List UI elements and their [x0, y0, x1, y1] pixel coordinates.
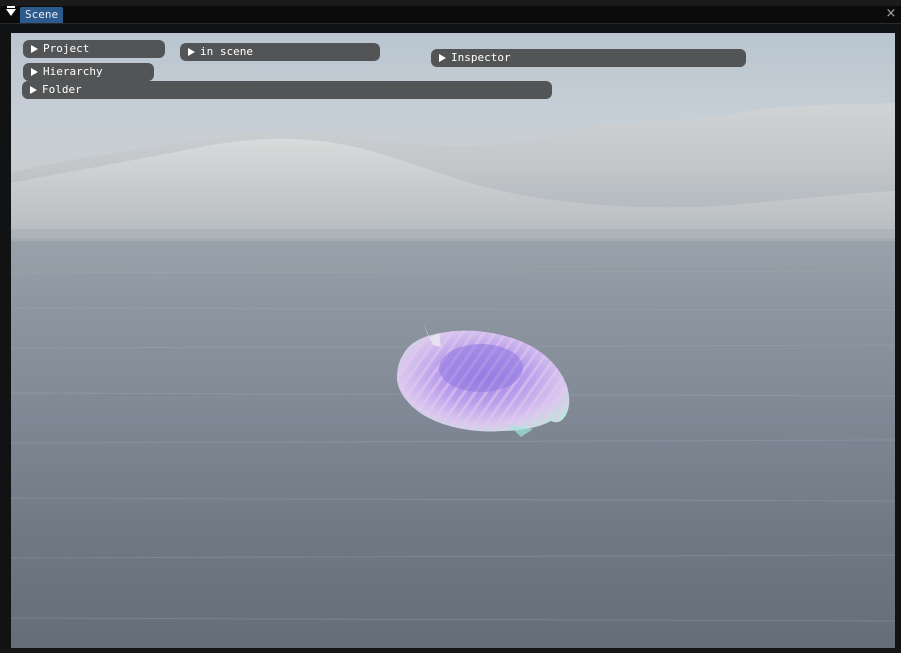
scene-backdrop: [11, 103, 895, 622]
panel-inspector[interactable]: Inspector: [431, 49, 746, 67]
panel-hierarchy[interactable]: Hierarchy: [23, 63, 154, 81]
shoreline-band: [11, 229, 895, 241]
water-ripples: [11, 270, 895, 622]
scene-mesh-object: [397, 323, 570, 437]
panel-inspector-label: Inspector: [451, 51, 511, 64]
panel-folder-label: Folder: [42, 83, 82, 96]
expand-triangle-icon: [30, 86, 37, 94]
expand-triangle-icon: [31, 68, 38, 76]
expand-triangle-icon: [439, 54, 446, 62]
panel-project-label: Project: [43, 42, 90, 55]
expand-triangle-icon: [31, 45, 38, 53]
scene-window: Scene × Project in scene Inspector Hiera…: [0, 0, 901, 653]
panel-hierarchy-label: Hierarchy: [43, 65, 103, 78]
panel-in-scene-label: in scene: [200, 45, 253, 58]
close-icon[interactable]: ×: [885, 7, 897, 21]
window-titlebar: Scene ×: [0, 6, 901, 24]
panel-in-scene[interactable]: in scene: [180, 43, 380, 61]
scene-viewport[interactable]: Project in scene Inspector Hierarchy Fol…: [11, 33, 895, 648]
panel-folder[interactable]: Folder: [22, 81, 552, 99]
tab-scene[interactable]: Scene: [20, 7, 64, 23]
panel-project[interactable]: Project: [23, 40, 165, 58]
bottom-strip: [0, 648, 901, 653]
collapse-arrow-icon[interactable]: [6, 6, 16, 16]
expand-triangle-icon: [188, 48, 195, 56]
